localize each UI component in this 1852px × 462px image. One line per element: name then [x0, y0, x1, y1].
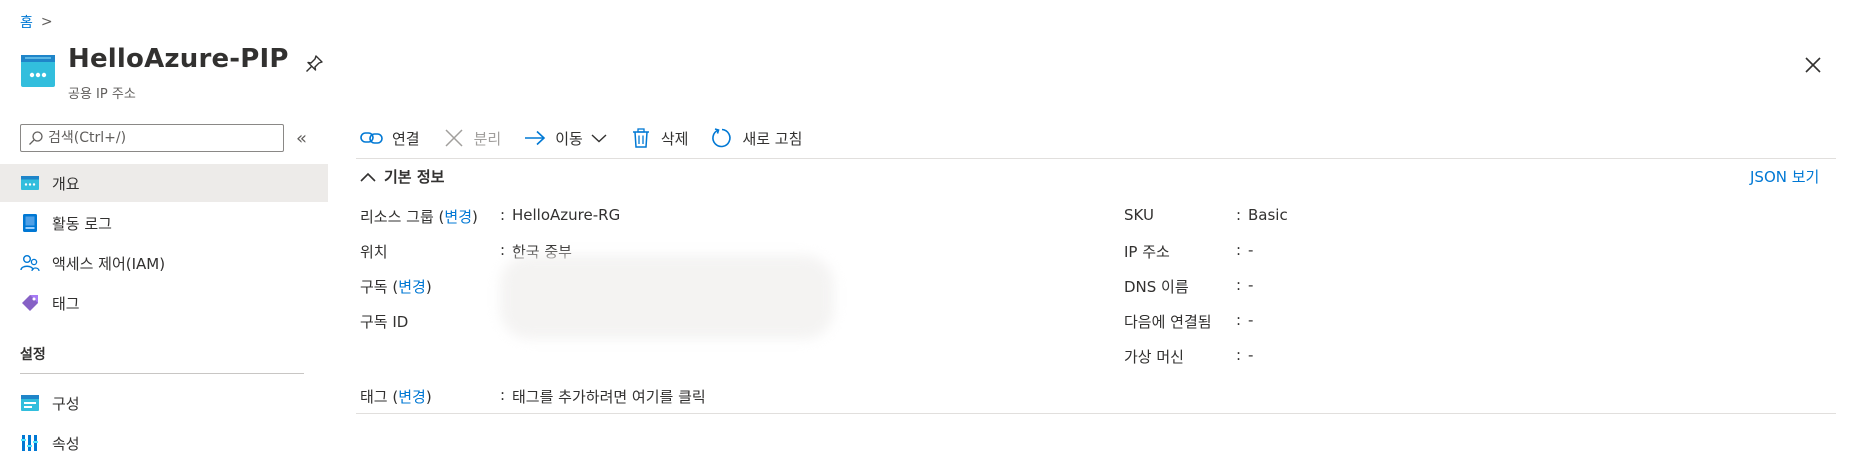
configuration-icon: [20, 393, 40, 413]
sidebar-item-label: 개요: [52, 174, 80, 193]
link-icon: [360, 127, 384, 149]
tags-change-link[interactable]: 변경: [398, 388, 426, 406]
page-subtitle: 공용 IP 주소: [68, 87, 136, 102]
x-icon: [442, 127, 466, 149]
trash-icon: [629, 127, 653, 149]
sidebar-item-tags[interactable]: 태그: [0, 284, 328, 322]
tags-label: 태그 (변경): [360, 388, 432, 406]
sidebar-item-overview[interactable]: 개요: [0, 164, 328, 202]
associate-label: 연결: [392, 129, 420, 148]
sidebar-item-label: 속성: [52, 434, 80, 453]
json-view-link[interactable]: JSON 보기: [1750, 166, 1819, 187]
properties-icon: [20, 433, 40, 453]
close-icon[interactable]: [1802, 54, 1824, 76]
subscription-change-link[interactable]: 변경: [398, 278, 426, 296]
settings-section-title: 설정: [20, 347, 46, 363]
essentials-toggle[interactable]: 기본 정보: [360, 166, 444, 187]
refresh-icon: [710, 127, 734, 149]
delete-label: 삭제: [660, 129, 689, 148]
dissociate-label: 분리: [473, 129, 502, 148]
location-label: 위치: [360, 243, 388, 261]
ip-address-value: -: [1248, 241, 1254, 259]
resource-group-link[interactable]: HelloAzure-RG: [512, 206, 620, 224]
toolbar-divider: [356, 158, 1836, 159]
breadcrumb: 홈 >: [20, 12, 53, 32]
delete-button[interactable]: 삭제: [629, 127, 689, 149]
pin-icon[interactable]: [304, 54, 324, 74]
tag-icon: [20, 293, 40, 313]
associate-button[interactable]: 연결: [360, 127, 420, 149]
sidebar-item-label: 구성: [52, 394, 80, 413]
section-divider: [20, 373, 304, 374]
move-button[interactable]: 이동: [523, 127, 607, 149]
search-box[interactable]: [20, 124, 284, 152]
subscription-label: 구독 (변경): [360, 278, 432, 296]
command-bar: 연결 분리 이동 삭제 새로 고침: [360, 124, 824, 152]
sidebar-item-properties[interactable]: 속성: [0, 424, 328, 462]
resource-group-change-link[interactable]: 변경: [444, 208, 472, 226]
sku-label: SKU: [1124, 206, 1154, 224]
chevron-up-icon: [360, 172, 376, 182]
virtual-machine-label: 가상 머신: [1124, 348, 1184, 366]
dns-name-label: DNS 이름: [1124, 278, 1189, 296]
add-tags-link[interactable]: 태그를 추가하려면 여기를 클릭: [512, 386, 706, 407]
chevron-down-icon: [591, 134, 607, 143]
collapse-sidebar-button[interactable]: «: [296, 128, 307, 149]
essentials-bottom-divider: [356, 413, 1836, 414]
refresh-button[interactable]: 새로 고침: [710, 127, 802, 149]
sidebar-item-iam[interactable]: 액세스 제어(IAM): [0, 244, 328, 282]
sidebar-item-activity-log[interactable]: 활동 로그: [0, 204, 328, 242]
associated-to-value: -: [1248, 311, 1254, 329]
iam-icon: [20, 253, 40, 273]
subscription-id-label: 구독 ID: [360, 313, 409, 331]
activity-log-icon: [20, 213, 40, 233]
breadcrumb-home-link[interactable]: 홈: [20, 12, 33, 32]
arrow-right-icon: [523, 127, 547, 149]
associated-to-label: 다음에 연결됨: [1124, 313, 1212, 331]
dissociate-button[interactable]: 분리: [442, 127, 502, 149]
search-icon: [29, 131, 43, 145]
search-input[interactable]: [48, 130, 268, 146]
breadcrumb-separator: >: [40, 14, 53, 30]
refresh-label: 새로 고침: [742, 129, 803, 148]
sidebar-item-label: 태그: [52, 294, 80, 313]
redacted-subscription-area: [500, 255, 834, 339]
dns-name-value: -: [1248, 276, 1254, 294]
sidebar-item-label: 액세스 제어(IAM): [52, 254, 166, 273]
overview-icon: [20, 173, 40, 193]
public-ip-icon: [21, 55, 55, 87]
essentials-title: 기본 정보: [384, 168, 445, 186]
move-label: 이동: [555, 129, 583, 148]
sidebar-item-label: 활동 로그: [52, 214, 112, 233]
sku-value: Basic: [1248, 206, 1288, 224]
page-title: HelloAzure-PIP: [68, 44, 289, 74]
virtual-machine-value: -: [1248, 346, 1254, 364]
ip-address-label: IP 주소: [1124, 243, 1170, 261]
sidebar-item-configuration[interactable]: 구성: [0, 384, 328, 422]
resource-group-label: 리소스 그룹 (변경): [360, 208, 478, 226]
